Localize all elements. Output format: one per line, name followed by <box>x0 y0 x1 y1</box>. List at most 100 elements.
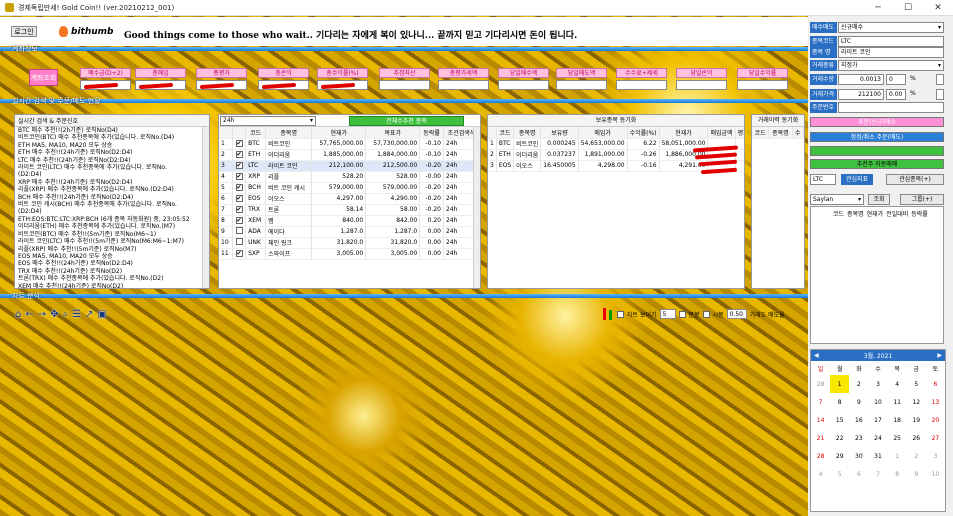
watch-list-header-cell[interactable]: 코드 <box>833 209 844 218</box>
signal-list[interactable]: BTC 매수 추천!!(2h기준) 로직No(D4) 비트코인(BTC) 매수 추… <box>15 127 209 288</box>
holdings-header-cell[interactable]: 평가금 <box>735 127 744 139</box>
price-side-box[interactable] <box>936 89 944 100</box>
calendar-day[interactable]: 11 <box>888 393 907 411</box>
calendar-day[interactable]: 12 <box>907 393 926 411</box>
calendar-day[interactable]: 29 <box>830 447 849 465</box>
calendar-day[interactable]: 23 <box>849 429 868 447</box>
market-row-checkbox[interactable]: ✔ <box>235 162 243 169</box>
market-scrollbar[interactable] <box>473 127 480 288</box>
calendar-day[interactable]: 24 <box>868 429 887 447</box>
market-cell[interactable]: ✔ <box>232 248 247 260</box>
calendar-day[interactable]: 5 <box>907 375 926 393</box>
holdings-header-cell[interactable] <box>488 127 497 139</box>
market-header-cell[interactable]: 현재가 <box>311 127 367 139</box>
sell-order-button[interactable]: 정정/취소 주문(매도) <box>810 132 944 142</box>
market-row-checkbox[interactable] <box>235 238 243 245</box>
auto-recommend-button[interactable]: 전체수추천 종목 <box>349 115 464 126</box>
watch-list-header-cell[interactable]: 현재가 <box>867 209 884 218</box>
market-header-cell[interactable]: 목표가 <box>365 127 421 139</box>
login-button[interactable]: 로그인 <box>11 26 37 37</box>
market-row[interactable]: 1 ✔ BTC 비트코인 57,765,000.00 57,730,000.00 -0.10… <box>219 138 480 150</box>
market-cell[interactable]: ✔ <box>232 138 247 150</box>
configure-icon[interactable]: ☰ <box>72 309 81 320</box>
qty-stepper[interactable]: 5 <box>659 309 676 319</box>
watch-list-header-cell[interactable]: 등락률 <box>911 209 928 218</box>
market-cell[interactable]: ✔ <box>232 215 247 227</box>
maximize-icon[interactable]: ☐ <box>893 3 923 13</box>
calendar-day[interactable]: 31 <box>868 447 887 465</box>
calendar-day[interactable]: 8 <box>830 393 849 411</box>
calendar-day[interactable]: 19 <box>907 411 926 429</box>
calendar-day[interactable]: 1 <box>888 447 907 465</box>
prev-month-icon[interactable]: ◀ <box>814 352 819 359</box>
calendar-day[interactable]: 17 <box>868 411 887 429</box>
back-icon[interactable]: ← <box>25 309 33 320</box>
watch-add-button[interactable]: 관심종목(+) <box>886 174 944 185</box>
watch-list-header-cell[interactable]: 전일대비 <box>886 209 908 218</box>
market-cell[interactable]: ✔ <box>232 171 247 183</box>
calendar-day[interactable]: 6 <box>849 465 868 483</box>
home-icon[interactable]: ⌂ <box>15 309 21 320</box>
price-pct-input[interactable]: 0.00 <box>886 89 906 100</box>
market-cell[interactable]: ✔ <box>232 149 247 161</box>
calendar-day[interactable]: 22 <box>830 429 849 447</box>
calendar-day[interactable]: 27 <box>926 429 945 447</box>
group-select[interactable]: Saylan ▾ <box>810 194 864 205</box>
calendar-day[interactable]: 7 <box>811 393 830 411</box>
show-chart-checkbox[interactable] <box>617 310 624 318</box>
calendar-day[interactable]: 25 <box>888 429 907 447</box>
calendar-day[interactable]: 15 <box>830 411 849 429</box>
watch-list-header-cell[interactable]: 종목명 <box>847 209 864 218</box>
calendar-day[interactable]: 10 <box>868 393 887 411</box>
order-type-select[interactable]: 신규매수 ▾ <box>838 22 944 33</box>
market-row-checkbox[interactable]: ✔ <box>235 184 243 191</box>
calendar-day[interactable]: 9 <box>907 465 926 483</box>
pan-icon[interactable]: ✥ <box>50 309 58 320</box>
market-cell[interactable]: ✔ <box>232 193 247 205</box>
holdings-header-cell[interactable]: 수익률(%) <box>627 127 660 139</box>
next-month-icon[interactable]: ▶ <box>937 352 942 359</box>
close-icon[interactable]: ✕ <box>923 3 953 13</box>
calendar-day[interactable]: 2 <box>849 375 868 393</box>
calendar-day[interactable]: 28 <box>811 375 830 393</box>
calendar-day[interactable]: 28 <box>811 447 830 465</box>
calendar-day[interactable]: 10 <box>926 465 945 483</box>
market-row-checkbox[interactable]: ✔ <box>235 140 243 147</box>
calendar-day[interactable]: 3 <box>926 447 945 465</box>
market-row[interactable]: 9 ADA 에이다 1,287.0 1,287.0 0.00 24h <box>219 226 480 238</box>
market-row-checkbox[interactable]: ✔ <box>235 206 243 213</box>
market-cell[interactable] <box>232 237 247 249</box>
calendar-day[interactable]: 9 <box>849 393 868 411</box>
qty-pct-input[interactable]: 0 <box>886 74 906 85</box>
account-query-button[interactable]: 계좌조회 <box>29 69 58 86</box>
calendar-day[interactable]: 18 <box>888 411 907 429</box>
extra-order-button[interactable] <box>810 146 944 156</box>
market-header-cell[interactable]: 등락률 <box>419 127 444 139</box>
group-query-button[interactable]: 조회 <box>868 194 890 205</box>
calendar-day[interactable]: 20 <box>926 411 945 429</box>
holdings-header-cell[interactable]: 보유량 <box>540 127 579 139</box>
calendar-day[interactable]: 8 <box>888 465 907 483</box>
market-header-cell[interactable]: 종목명 <box>265 127 313 139</box>
market-cell[interactable]: ✔ <box>232 204 247 216</box>
calendar-day[interactable]: 21 <box>811 429 830 447</box>
period-select[interactable]: 24h ▾ <box>220 115 316 126</box>
holdings-header-cell[interactable]: 코드 <box>496 127 515 139</box>
market-row-checkbox[interactable] <box>235 227 243 234</box>
trade-history-header-cell[interactable]: 종목명 <box>768 127 793 139</box>
order-no-input[interactable] <box>838 102 944 113</box>
calendar-day[interactable]: 6 <box>926 375 945 393</box>
market-row-checkbox[interactable]: ✔ <box>235 173 243 180</box>
calendar-day[interactable]: 4 <box>811 465 830 483</box>
trade-type-select[interactable]: 지정가 ▾ <box>838 60 944 71</box>
calendar-day[interactable]: 14 <box>811 411 830 429</box>
calendar-day[interactable]: 30 <box>849 447 868 465</box>
market-header-cell[interactable] <box>219 127 233 139</box>
calendar-day[interactable]: 7 <box>868 465 887 483</box>
holdings-header-cell[interactable]: 종목명 <box>513 127 542 139</box>
code-input[interactable]: LTC <box>838 36 944 47</box>
market-cell[interactable]: ✔ <box>232 160 247 172</box>
buy-order-button[interactable]: 주문(신규)매수 <box>810 117 944 127</box>
lines-icon[interactable]: ↗ <box>85 309 93 320</box>
holdings-header-cell[interactable]: 매입가 <box>578 127 628 139</box>
